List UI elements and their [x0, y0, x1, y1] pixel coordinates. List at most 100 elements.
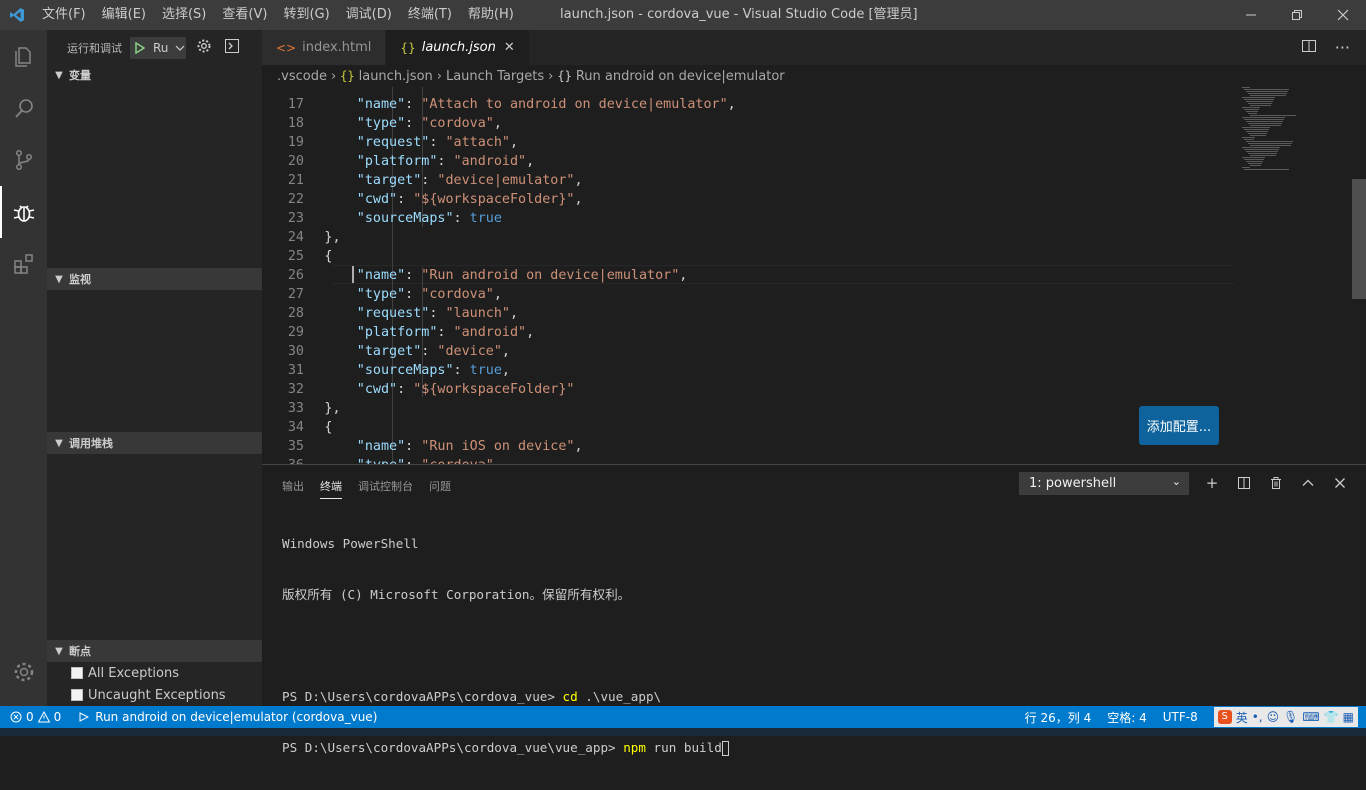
more-actions-button[interactable]: ···	[1335, 38, 1350, 57]
manage-button[interactable]	[0, 646, 47, 698]
chevron-down-icon	[175, 45, 185, 51]
breakpoint-all-exceptions[interactable]: All Exceptions	[47, 662, 262, 684]
debug-sidebar: 运行和调试 Ru ▼ 变量 ▼ 监视 ▼ 调用堆栈 ▼ 断点 All Excep…	[47, 30, 262, 706]
breakpoints-section-header[interactable]: ▼ 断点	[47, 640, 262, 662]
code-line: 29 "platform": "android",	[262, 323, 1232, 342]
start-debugging-button[interactable]	[131, 38, 149, 58]
close-window-button[interactable]	[1320, 0, 1366, 30]
menu-edit[interactable]: 编辑(E)	[94, 0, 154, 30]
minimap-line	[1244, 119, 1284, 120]
source-control-button[interactable]	[0, 134, 47, 186]
minimap-line	[1244, 159, 1264, 160]
callstack-section-header[interactable]: ▼ 调用堆栈	[47, 432, 262, 454]
tab-launch-json[interactable]: {} launch.json ✕	[386, 30, 530, 65]
new-terminal-button[interactable]: +	[1202, 473, 1222, 493]
chevron-down-icon: ▼	[55, 273, 63, 285]
tab-index-html[interactable]: <> index.html	[262, 30, 387, 65]
debug-console-button[interactable]	[224, 38, 240, 57]
kill-terminal-button[interactable]	[1266, 473, 1286, 493]
minimap-line	[1250, 125, 1281, 126]
close-panel-button[interactable]	[1330, 473, 1350, 493]
run-config-label: Ru	[153, 40, 169, 55]
terminal-line: 版权所有 (C) Microsoft Corporation。保留所有权利。	[282, 587, 631, 602]
menu-bar: 文件(F) 编辑(E) 选择(S) 查看(V) 转到(G) 调试(D) 终端(T…	[34, 0, 522, 30]
split-editor-button[interactable]	[1301, 38, 1317, 58]
run-config-select[interactable]: Ru	[130, 36, 186, 59]
terminal-args: run build	[645, 740, 722, 755]
minimap-line	[1242, 137, 1255, 138]
maximize-panel-button[interactable]	[1298, 473, 1318, 493]
minimap-line	[1242, 127, 1270, 128]
vscode-logo-icon	[0, 0, 34, 30]
minimap[interactable]	[1237, 87, 1352, 464]
breakpoint-checkbox[interactable]	[71, 689, 83, 701]
menu-terminal[interactable]: 终端(T)	[400, 0, 460, 30]
ime-toolbar[interactable]: S 英 •, ☺ 🎙 ⌨ 👕 ▦	[1213, 707, 1358, 727]
restore-button[interactable]	[1274, 0, 1320, 30]
variables-section-header[interactable]: ▼ 变量	[47, 64, 262, 86]
menu-debug[interactable]: 调试(D)	[338, 0, 400, 30]
tab-debug-console[interactable]: 调试控制台	[358, 473, 413, 499]
menu-help[interactable]: 帮助(H)	[460, 0, 522, 30]
line-number: 27	[287, 287, 304, 302]
window-controls	[1228, 0, 1366, 30]
menu-file[interactable]: 文件(F)	[34, 0, 94, 30]
close-icon	[1335, 478, 1345, 488]
code-line: 21 "target": "device|emulator",	[262, 171, 1232, 190]
line-number: 36	[262, 456, 304, 464]
close-icon[interactable]: ✕	[504, 40, 515, 55]
ime-language: 英	[1235, 710, 1248, 725]
play-icon	[79, 712, 90, 722]
debug-target-status[interactable]: Run android on device|emulator (cordova_…	[79, 710, 377, 724]
menu-view[interactable]: 查看(V)	[214, 0, 275, 30]
watch-section-header[interactable]: ▼ 监视	[47, 268, 262, 290]
minimap-line	[1250, 145, 1291, 146]
code-line: 19 "request": "attach",	[262, 133, 1232, 152]
editor-tabs: <> index.html {} launch.json ✕ ···	[262, 30, 1366, 65]
tab-problems[interactable]: 问题	[429, 473, 451, 499]
terminal-prompt: PS D:\Users\cordovaAPPs\cordova_vue>	[282, 689, 563, 704]
breadcrumb-node[interactable]: Launch Targets	[446, 69, 544, 84]
cursor-position[interactable]: 行 26，列 4	[1025, 709, 1092, 726]
emoji-icon: ☺	[1266, 710, 1280, 724]
status-bar: 0 0 Run android on device|emulator (cord…	[0, 706, 1366, 728]
split-terminal-button[interactable]	[1234, 473, 1254, 493]
code-line: 33},	[262, 399, 1232, 418]
error-count: 0	[26, 710, 34, 724]
breadcrumb-node[interactable]: Run android on device|emulator	[576, 69, 785, 84]
tab-terminal[interactable]: 终端	[320, 473, 342, 499]
menu-selection[interactable]: 选择(S)	[154, 0, 214, 30]
extensions-button[interactable]	[0, 238, 47, 290]
code-line: 32 "cwd": "${workspaceFolder}"	[262, 380, 1232, 399]
minimap-line	[1244, 99, 1274, 100]
breakpoint-checkbox[interactable]	[71, 667, 83, 679]
indentation[interactable]: 空格: 4	[1107, 709, 1147, 726]
breakpoint-uncaught-exceptions[interactable]: Uncaught Exceptions	[47, 684, 262, 706]
problems-status[interactable]: 0 0	[10, 710, 61, 724]
search-button[interactable]	[0, 82, 47, 134]
terminal-select[interactable]: 1: powershell ⌄	[1019, 472, 1189, 495]
minimap-line	[1246, 101, 1273, 102]
open-launch-json-button[interactable]	[196, 38, 212, 57]
minimap-line	[1250, 165, 1261, 166]
menu-go[interactable]: 转到(G)	[275, 0, 337, 30]
code-line: 18 "type": "cordova",	[262, 114, 1232, 133]
tab-output[interactable]: 输出	[282, 473, 304, 499]
minimap-line	[1250, 105, 1271, 106]
code-text: "request": "launch",	[356, 306, 519, 321]
run-debug-button[interactable]	[0, 186, 47, 238]
minimize-button[interactable]	[1228, 0, 1274, 30]
code-text: "name": "Attach to android on device|emu…	[356, 97, 736, 112]
chevron-down-icon: ▼	[55, 69, 63, 81]
code-text: "target": "device",	[356, 344, 510, 359]
add-configuration-button[interactable]: 添加配置...	[1139, 406, 1219, 445]
code-text: "sourceMaps": true,	[356, 363, 510, 378]
breadcrumb-file[interactable]: launch.json	[359, 69, 433, 84]
vertical-scrollbar[interactable]	[1352, 179, 1366, 299]
breadcrumb-folder[interactable]: .vscode	[277, 69, 327, 84]
code-line: 36 "type": "cordova",	[262, 456, 1232, 464]
encoding[interactable]: UTF-8	[1163, 710, 1198, 724]
terminal-output[interactable]: Windows PowerShell 版权所有 (C) Microsoft Co…	[282, 501, 729, 790]
code-text: },	[324, 230, 341, 245]
explorer-button[interactable]	[0, 30, 47, 82]
